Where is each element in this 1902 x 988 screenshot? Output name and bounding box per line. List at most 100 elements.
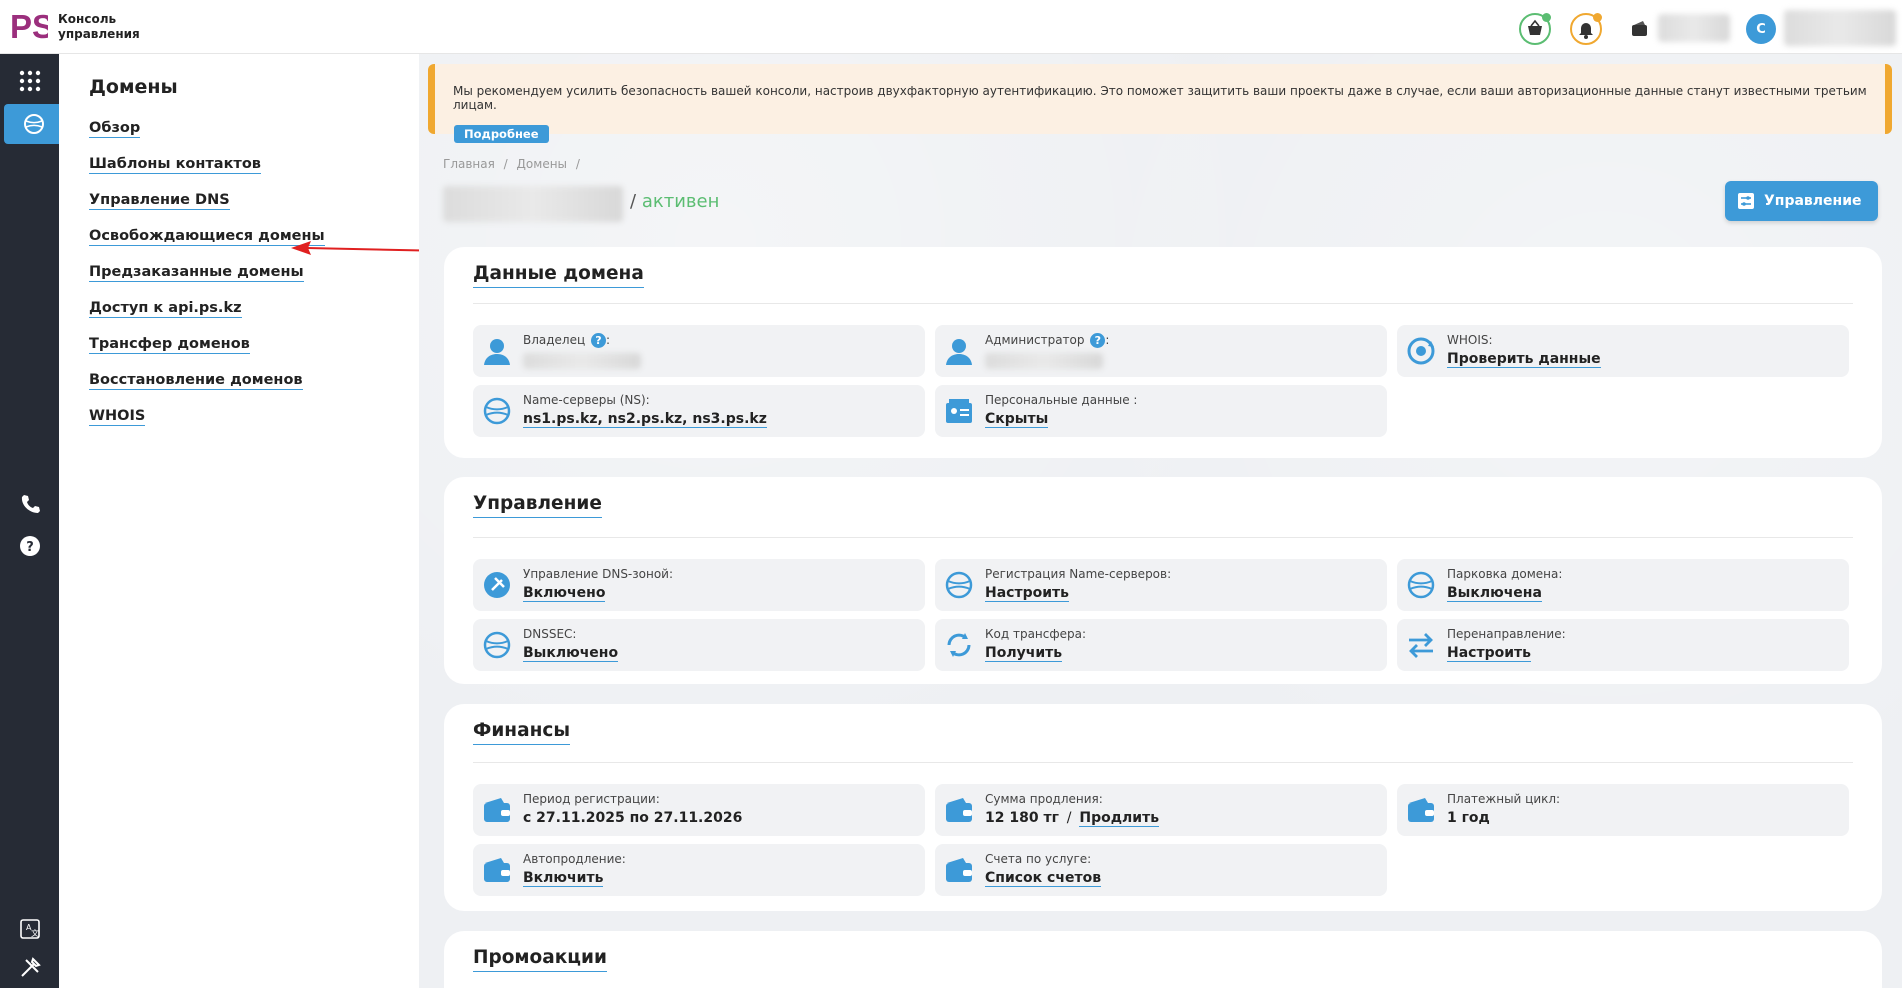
personal-data-link[interactable]: Скрыты [985,411,1049,428]
domains-sidebar: Домены Обзор Шаблоны контактов Управлени… [59,54,448,988]
wallet-icon[interactable] [1631,20,1649,38]
admin-help-icon[interactable]: ? [1090,333,1106,348]
sidebar-item-whois[interactable]: WHOIS [89,408,146,426]
domains-nav-icon[interactable] [4,104,64,144]
sidebar-item-overview[interactable]: Обзор [89,120,141,138]
domain-data-title: Данные домена [473,263,644,288]
globe-icon [483,631,511,659]
svg-text:PS: PS [10,9,48,43]
balance-hidden [1658,14,1730,42]
wallet-icon [484,858,510,882]
globe-icon [483,397,511,425]
dns-zone-cell: Управление DNS-зоной: Включено [473,559,925,611]
alert-more-button[interactable]: Подробнее [454,125,549,143]
personal-data-cell: Персональные данные : Скрыты [935,385,1387,437]
wallet-icon [484,798,510,822]
invoices-link[interactable]: Список счетов [985,870,1102,887]
domain-status: / активен [630,191,720,212]
owner-value-hidden [523,353,641,369]
refresh-search-icon [1407,337,1435,365]
id-card-icon [946,399,972,423]
domain-data-card: Данные домена Владелец ?: Администратор … [444,247,1882,458]
security-alert: Мы рекомендуем усилить безопасность ваше… [428,64,1892,134]
redirect-arrows-icon [1409,633,1433,658]
dnssec-cell: DNSSEC: Выключено [473,619,925,671]
dnssec-toggle[interactable]: Выключено [523,645,619,662]
sidebar-menu: Обзор Шаблоны контактов Управление DNS О… [89,117,325,441]
breadcrumb-home[interactable]: Главная [443,157,495,171]
autorenew-toggle[interactable]: Включить [523,870,604,887]
top-bar: PS Консоль управления С [0,0,1902,54]
user-name-hidden[interactable] [1784,10,1896,46]
sliders-icon [1738,193,1754,209]
ns-registration-cell: Регистрация Name-серверов: Настроить [935,559,1387,611]
apps-grid-icon[interactable] [0,61,59,101]
finance-title: Финансы [473,720,571,745]
user-icon [484,339,510,365]
domain-name-hidden [443,186,623,222]
globe-icon [1407,571,1435,599]
autorenew-cell: Автопродление: Включить [473,844,925,896]
manage-button[interactable]: Управление [1725,181,1878,221]
sidebar-item-preordered-domains[interactable]: Предзаказанные домены [89,264,304,282]
management-card: Управление Управление DNS-зоной: Включен… [444,477,1882,684]
registration-period-cell: Период регистрации: с 27.11.2025 по 27.1… [473,784,925,836]
help-icon[interactable]: ? [0,526,59,566]
avatar[interactable]: С [1746,14,1776,44]
phone-icon[interactable] [0,484,59,524]
finance-card: Финансы Период регистрации: с 27.11.2025… [444,704,1882,911]
breadcrumb: Главная / Домены / [443,157,580,171]
management-title: Управление [473,493,602,518]
ps-logo[interactable]: PS [10,8,54,45]
invoices-cell: Счета по услуге: Список счетов [935,844,1387,896]
ns-servers-link[interactable]: ns1.ps.kz, ns2.ps.kz, ns3.ps.kz [523,411,767,428]
sidebar-item-domain-restore[interactable]: Восстановление доменов [89,372,303,390]
renewal-sum-value: 12 180 тг [985,810,1059,826]
parking-cell: Парковка домена: Выключена [1397,559,1849,611]
main-content: Мы рекомендуем усилить безопасность ваше… [419,54,1902,988]
sidebar-item-contact-templates[interactable]: Шаблоны контактов [89,156,261,174]
whois-cell: WHOIS: Проверить данные [1397,325,1849,377]
svg-text:文: 文 [31,928,39,938]
registration-period-value: с 27.11.2025 по 27.11.2026 [523,810,743,826]
promo-card: Промоакции [444,931,1882,988]
owner-help-icon[interactable]: ? [590,333,606,348]
transfer-code-link[interactable]: Получить [985,645,1063,662]
app-title: Консоль управления [58,12,140,41]
admin-cell: Администратор ?: [935,325,1387,377]
owner-cell: Владелец ?: [473,325,925,377]
admin-value-hidden [985,353,1103,369]
renew-link[interactable]: Продлить [1079,810,1160,827]
billing-cycle-cell: Платежный цикл: 1 год [1397,784,1849,836]
basket-icon[interactable] [1519,13,1551,45]
plug-icon [484,572,510,598]
alert-text: Мы рекомендуем усилить безопасность ваше… [453,84,1867,112]
tools-icon[interactable] [0,948,59,988]
user-icon [946,339,972,365]
wallet-icon [1408,798,1434,822]
promo-title: Промоакции [473,947,607,972]
ns-registration-link[interactable]: Настроить [985,585,1069,602]
ns-cell: Name-серверы (NS): ns1.ps.kz, ns2.ps.kz,… [473,385,925,437]
redirect-cell: Перенаправление: Настроить [1397,619,1849,671]
wallet-icon [946,858,972,882]
sidebar-item-dns-management[interactable]: Управление DNS [89,192,230,210]
breadcrumb-domains[interactable]: Домены [517,157,567,171]
sidebar-item-domain-transfer[interactable]: Трансфер доменов [89,336,250,354]
parking-toggle[interactable]: Выключена [1447,585,1542,602]
whois-check-link[interactable]: Проверить данные [1447,351,1601,368]
dns-zone-toggle[interactable]: Включено [523,585,606,602]
globe-icon [945,571,973,599]
translate-icon[interactable]: A文 [0,909,59,949]
svg-text:?: ? [26,540,34,555]
renewal-sum-cell: Сумма продления: 12 180 тг / Продлить [935,784,1387,836]
transfer-icon [947,633,971,657]
redirect-link[interactable]: Настроить [1447,645,1531,662]
sidebar-title: Домены [89,76,178,98]
left-rail: ? A文 [0,54,64,988]
sidebar-item-api-access[interactable]: Доступ к api.ps.kz [89,300,242,318]
wallet-icon [946,798,972,822]
bell-icon[interactable] [1570,13,1602,45]
billing-cycle-value: 1 год [1447,810,1490,826]
transfer-code-cell: Код трансфера: Получить [935,619,1387,671]
